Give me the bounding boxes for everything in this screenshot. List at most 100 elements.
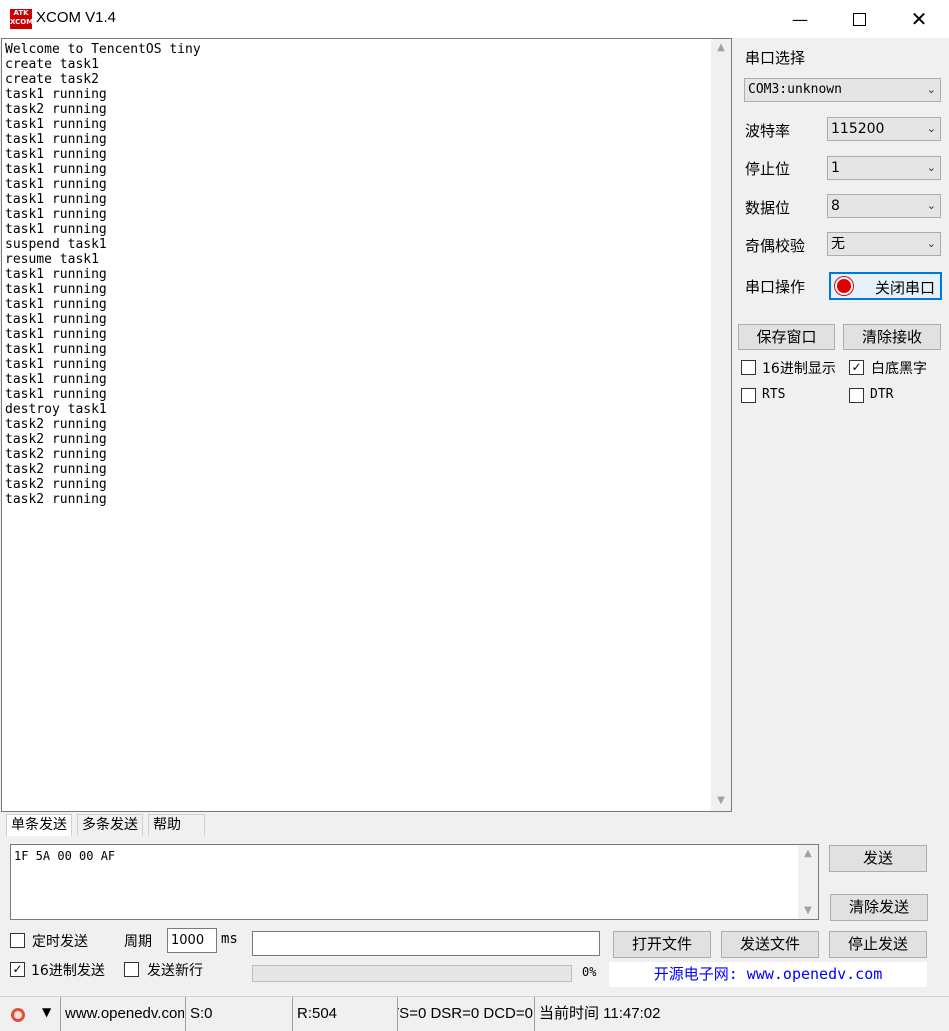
stopbits-select-value: 1	[831, 160, 840, 176]
port-select[interactable]: COM3:unknown ⌄	[744, 78, 941, 102]
port-select-value: COM3:unknown	[748, 82, 842, 97]
maximize-icon	[852, 12, 866, 26]
chevron-down-icon: ⌄	[926, 83, 936, 96]
databits-label: 数据位	[745, 199, 791, 217]
file-path-input[interactable]	[252, 931, 600, 956]
receive-line: task1 running	[5, 177, 107, 192]
clear-send-button[interactable]: 清除发送	[830, 894, 928, 921]
dtr-label: DTR	[870, 387, 894, 402]
progress-text: 0%	[582, 965, 597, 979]
receive-line: create task1	[5, 57, 99, 72]
dtr-checkbox[interactable]	[849, 388, 864, 403]
record-icon[interactable]	[8, 1005, 28, 1025]
title-bar: ATK XCOM XCOM V1.4 — ✕	[0, 0, 949, 38]
send-scrollbar[interactable]: ▲ ▼	[798, 845, 818, 919]
databits-select-value: 8	[831, 198, 840, 214]
receive-line: task1 running	[5, 282, 107, 297]
app-logo-text-bottom: XCOM	[10, 18, 34, 26]
hex-send-checkbox[interactable]: ✓	[10, 962, 25, 977]
hex-display-label: 16进制显示	[762, 361, 836, 377]
white-bg-checkbox[interactable]: ✓	[849, 360, 864, 375]
scroll-down-icon[interactable]: ▼	[798, 902, 818, 919]
clear-receive-button[interactable]: 清除接收	[843, 324, 941, 350]
timed-send-label: 定时发送	[32, 934, 88, 950]
baud-select[interactable]: 115200 ⌄	[827, 117, 941, 141]
newline-checkbox[interactable]	[124, 962, 139, 977]
white-bg-label: 白底黑字	[871, 361, 927, 377]
receive-line: suspend task1	[5, 237, 107, 252]
close-port-button[interactable]: 关闭串口	[829, 272, 942, 300]
receive-line: create task2	[5, 72, 99, 87]
receive-line: task2 running	[5, 462, 107, 477]
receive-line: task1 running	[5, 372, 107, 387]
tab-help[interactable]: 帮助	[148, 814, 205, 836]
receive-line: resume task1	[5, 252, 99, 267]
receive-line: task1 running	[5, 147, 107, 162]
send-file-button[interactable]: 发送文件	[721, 931, 819, 958]
hex-display-checkbox[interactable]	[741, 360, 756, 375]
period-label: 周期	[124, 934, 152, 950]
receive-text: Welcome to TencentOS tiny create task1 cre…	[5, 42, 705, 507]
checkmark-icon: ✓	[12, 962, 23, 976]
stopbits-select[interactable]: 1 ⌄	[827, 156, 941, 180]
parity-select-value: 无	[831, 236, 845, 252]
receive-line: task2 running	[5, 492, 107, 507]
minimize-button[interactable]: —	[770, 0, 830, 38]
app-logo-icon: ATK XCOM	[10, 9, 34, 29]
databits-select[interactable]: 8 ⌄	[827, 194, 941, 218]
baud-label: 波特率	[745, 122, 791, 140]
receive-line: task2 running	[5, 477, 107, 492]
rts-checkbox[interactable]	[741, 388, 756, 403]
receive-line: task1 running	[5, 267, 107, 282]
status-signals: CTS=0 DSR=0 DCD=0	[397, 997, 533, 1031]
receive-line: task1 running	[5, 222, 107, 237]
close-icon: ✕	[910, 7, 928, 31]
receive-line: task1 running	[5, 162, 107, 177]
tab-multi-send[interactable]: 多条发送	[77, 814, 143, 836]
port-status-led-icon	[837, 279, 851, 293]
dropdown-arrow-icon[interactable]: ▼	[42, 1005, 51, 1019]
tab-single-send[interactable]: 单条发送	[6, 814, 72, 836]
receive-line: task2 running	[5, 417, 107, 432]
status-bar: ▼ www.openedv.com S:0 R:504 CTS=0 DSR=0 …	[0, 996, 949, 1031]
open-file-button[interactable]: 打开文件	[613, 931, 711, 958]
receive-line: task1 running	[5, 342, 107, 357]
hex-send-label: 16进制发送	[31, 963, 105, 979]
send-textarea[interactable]: 1F 5A 00 00 AF ▲ ▼	[10, 844, 819, 920]
period-input[interactable]: 1000	[167, 928, 217, 953]
openedv-banner-link[interactable]: 开源电子网: www.openedv.com	[609, 962, 927, 987]
parity-select[interactable]: 无 ⌄	[827, 232, 941, 256]
receive-line: task1 running	[5, 312, 107, 327]
scroll-up-icon[interactable]: ▲	[711, 39, 731, 56]
receive-line: task1 running	[5, 327, 107, 342]
minimize-icon: —	[792, 9, 808, 29]
window-title: XCOM V1.4	[36, 9, 117, 26]
receive-line: task1 running	[5, 357, 107, 372]
status-url[interactable]: www.openedv.com	[60, 997, 184, 1031]
receive-scrollbar[interactable]: ▲ ▼	[711, 39, 731, 811]
chevron-down-icon: ⌄	[926, 161, 936, 174]
chevron-down-icon: ⌄	[926, 237, 936, 250]
port-op-label: 串口操作	[745, 278, 806, 296]
close-window-button[interactable]: ✕	[889, 0, 949, 38]
receive-line: destroy task1	[5, 402, 107, 417]
receive-line: task2 running	[5, 447, 107, 462]
chevron-down-icon: ⌄	[926, 122, 936, 135]
send-progress-bar	[252, 965, 572, 982]
receive-line: task1 running	[5, 387, 107, 402]
scroll-up-icon[interactable]: ▲	[798, 845, 818, 862]
receive-line: Welcome to TencentOS tiny	[5, 42, 201, 57]
send-button[interactable]: 发送	[829, 845, 927, 872]
maximize-button[interactable]	[829, 0, 889, 38]
receive-textarea[interactable]: Welcome to TencentOS tiny create task1 cre…	[1, 38, 732, 812]
receive-line: task2 running	[5, 432, 107, 447]
newline-label: 发送新行	[147, 963, 203, 979]
receive-line: task1 running	[5, 192, 107, 207]
save-window-button[interactable]: 保存窗口	[738, 324, 835, 350]
parity-label: 奇偶校验	[745, 237, 806, 255]
period-unit: ms	[221, 931, 238, 947]
receive-line: task1 running	[5, 297, 107, 312]
scroll-down-icon[interactable]: ▼	[711, 792, 731, 809]
timed-send-checkbox[interactable]	[10, 933, 25, 948]
stop-send-button[interactable]: 停止发送	[829, 931, 927, 958]
